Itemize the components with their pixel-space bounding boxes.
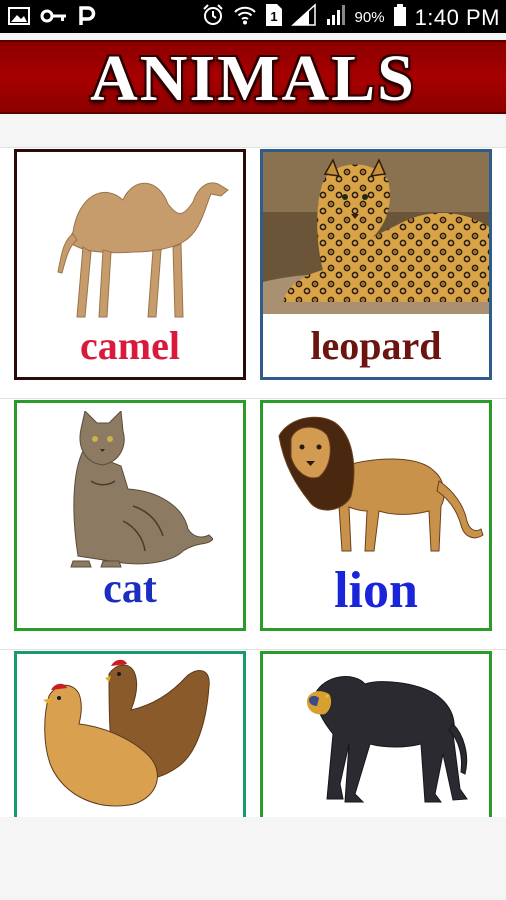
alarm-icon xyxy=(201,3,225,32)
animal-card-camel[interactable]: camel xyxy=(14,149,246,380)
animal-card-cat[interactable]: cat xyxy=(14,400,246,631)
row-divider xyxy=(0,398,506,399)
card-label: leopard xyxy=(310,323,442,368)
leopard-image xyxy=(263,152,489,314)
battery-percent: 90% xyxy=(354,9,385,26)
status-bar-right: 1 90% 1:40 PM xyxy=(201,3,500,32)
cat-image xyxy=(70,411,213,568)
card-label: lion xyxy=(334,562,418,619)
row-divider xyxy=(0,649,506,650)
row-divider xyxy=(0,147,506,148)
svg-text:1: 1 xyxy=(270,9,277,24)
title-banner: ANIMALS xyxy=(0,40,506,115)
signal-icon-2 xyxy=(325,3,347,32)
page-title: ANIMALS xyxy=(90,42,416,115)
baboon-image xyxy=(307,676,468,803)
card-label: camel xyxy=(80,323,180,368)
animal-grid[interactable]: camel leopard cat lion xyxy=(0,147,506,817)
battery-icon xyxy=(393,3,407,32)
card-label: cat xyxy=(103,566,157,612)
lion-image xyxy=(278,416,484,552)
clock: 1:40 PM xyxy=(414,4,500,30)
key-icon xyxy=(40,6,68,31)
animal-card-lion[interactable]: lion xyxy=(260,400,492,631)
camel-image xyxy=(57,182,229,318)
p-icon xyxy=(78,5,96,32)
animal-card-leopard[interactable]: leopard xyxy=(260,149,492,380)
animal-card-baboon[interactable] xyxy=(260,651,492,817)
wifi-icon xyxy=(233,4,257,31)
status-bar-left xyxy=(8,5,96,32)
bottom-area xyxy=(0,817,506,900)
chicken-image xyxy=(43,659,210,807)
image-icon xyxy=(8,6,30,31)
signal-icon xyxy=(290,3,317,32)
sim-1-icon: 1 xyxy=(265,3,283,32)
animal-card-chicken[interactable] xyxy=(14,651,246,817)
status-bar: 1 90% 1:40 PM xyxy=(0,0,506,33)
